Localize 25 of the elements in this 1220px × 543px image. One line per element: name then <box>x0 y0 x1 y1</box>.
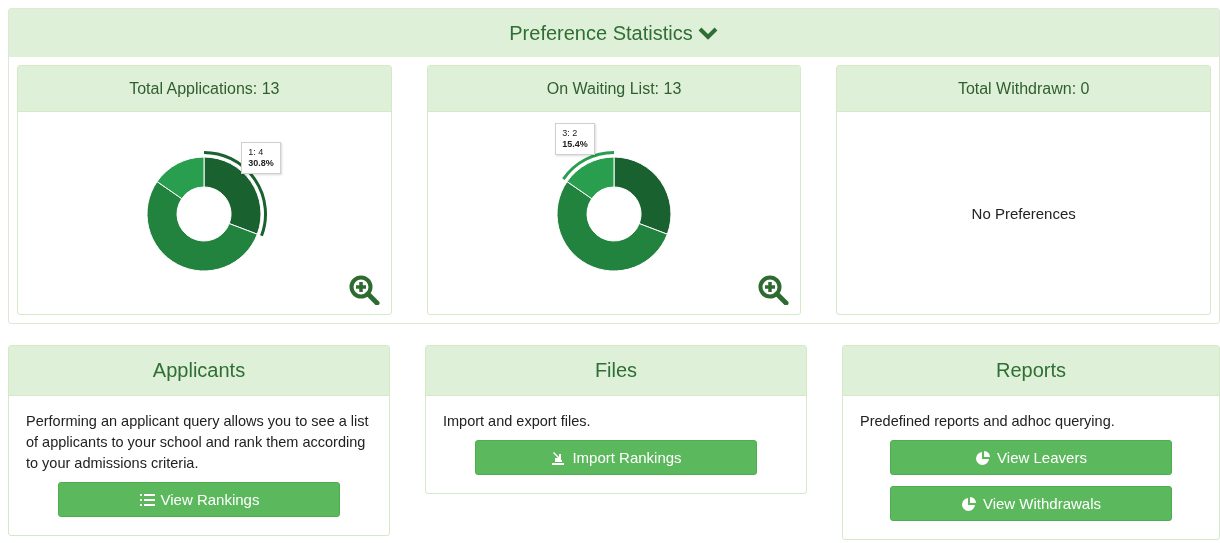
action-button[interactable]: View Leavers <box>890 440 1172 475</box>
pie-chart-icon <box>975 449 992 466</box>
chart-tooltip: 1: 4 30.8% <box>241 142 281 175</box>
import-icon <box>550 449 567 466</box>
card-title: Total Withdrawn: 0 <box>957 79 1090 98</box>
chart-tooltip: 3: 2 15.4% <box>555 122 595 155</box>
list-icon <box>138 491 155 508</box>
empty-message: No Preferences <box>971 205 1076 222</box>
card-description: Performing an applicant query allows you to see a list of applicants to your school and rank them according to your admissions criteria. <box>26 412 370 473</box>
card-title: Applicants <box>152 359 246 382</box>
action-button[interactable]: Import Rankings <box>475 440 757 475</box>
card-description: Import and export files. <box>443 412 592 431</box>
card-title: On Waiting List: 13 <box>546 79 682 98</box>
action-button[interactable]: View Withdrawals <box>890 486 1172 521</box>
zoom-in-icon[interactable] <box>348 275 381 305</box>
chevron-down-icon[interactable] <box>696 25 719 41</box>
panel-title: Preference Statistics <box>509 21 693 45</box>
card-title: Files <box>594 359 638 382</box>
pie-chart-icon <box>960 495 977 512</box>
action-button[interactable]: View Rankings <box>58 482 340 517</box>
panel-header[interactable]: Preference Statistics <box>9 9 1219 57</box>
card-description: Predefined reports and adhoc querying. <box>860 412 1116 431</box>
card-title: Total Applications: 13 <box>129 79 280 98</box>
card-title: Reports <box>996 359 1066 382</box>
zoom-in-icon[interactable] <box>758 275 791 305</box>
